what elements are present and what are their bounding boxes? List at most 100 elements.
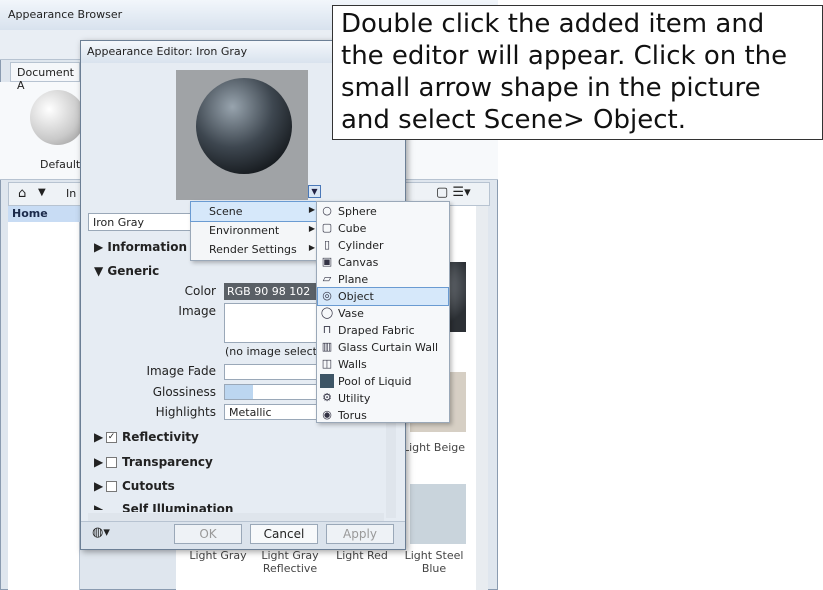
tree-item-home[interactable]: Home — [8, 206, 80, 222]
browser-scrollbar[interactable] — [476, 206, 488, 590]
menu-item-torus[interactable]: ◉ Torus — [318, 407, 448, 424]
highlights-select[interactable]: Metallic — [224, 404, 320, 420]
color-label: Color — [184, 284, 216, 298]
section-information-label: Information — [107, 240, 188, 254]
menu-item-label: Object — [338, 290, 374, 303]
menu-item-label: Utility — [338, 392, 371, 405]
default-material-swatch[interactable] — [30, 90, 85, 145]
chevron-right-icon: ▶ — [308, 224, 315, 233]
self-illumination-label: Self Illumination — [122, 502, 234, 512]
glossiness-label: Glossiness — [152, 385, 216, 399]
menu-item-label: Sphere — [338, 205, 377, 218]
transparency-label: Transparency — [122, 455, 213, 469]
reflectivity-checkbox[interactable]: ✓ — [106, 432, 117, 443]
material-label: Light Gray — [189, 549, 247, 562]
menu-item-cube[interactable]: ▢ Cube — [318, 220, 448, 237]
menu-item-label: Canvas — [338, 256, 379, 269]
menu-item-label: Vase — [338, 307, 364, 320]
walls-icon: ◫ — [321, 357, 333, 370]
image-slot[interactable] — [224, 303, 320, 343]
menu-item-scene-label: Scene — [209, 205, 243, 218]
section-transparency[interactable]: ▶ — [94, 455, 103, 469]
menu-item-sphere[interactable]: ○ Sphere — [318, 203, 448, 220]
section-reflectivity[interactable]: ▶ — [94, 430, 103, 444]
cube-icon: ▢ — [321, 221, 333, 234]
editor-title: Appearance Editor: Iron Gray — [87, 45, 248, 58]
home-icon[interactable]: ⌂ — [18, 186, 26, 201]
sphere-icon: ○ — [322, 204, 332, 217]
ok-button[interactable]: OK — [174, 524, 242, 544]
material-name: Iron Gray — [93, 216, 145, 229]
menu-item-environment-label: Environment — [209, 224, 280, 237]
draped-fabric-icon: ⊓ — [322, 323, 332, 336]
menu-item-draped-fabric[interactable]: ⊓ Draped Fabric — [318, 322, 448, 339]
transparency-checkbox[interactable] — [106, 457, 117, 468]
canvas-icon: ▣ — [321, 255, 333, 268]
menu-item-label: Walls — [338, 358, 367, 371]
menu-item-utility[interactable]: ⚙ Utility — [318, 390, 448, 407]
section-cutouts[interactable]: ▶ — [94, 479, 103, 493]
material-label: Light Gray Reflective — [261, 549, 319, 575]
plane-icon: ▱ — [322, 272, 332, 285]
menu-item-label: Glass Curtain Wall — [338, 341, 439, 354]
material-label: Light Beige — [402, 441, 466, 454]
section-generic-label: Generic — [107, 264, 160, 278]
section-self-illumination[interactable]: ▶ — [94, 502, 103, 510]
image-label: Image — [178, 304, 216, 318]
instruction-text: Double click the added item and the edit… — [341, 9, 788, 135]
menu-item-glass-curtain-wall[interactable]: ▥ Glass Curtain Wall — [318, 339, 448, 356]
menu-item-pool-of-liquid[interactable]: Pool of Liquid — [318, 373, 448, 390]
default-material-label: Default — [40, 158, 81, 171]
menu-item-canvas[interactable]: ▣ Canvas — [318, 254, 448, 271]
color-field[interactable]: RGB 90 98 102 — [224, 283, 320, 300]
menu-item-vase[interactable]: ◯ Vase — [318, 305, 448, 322]
editor-scrollbar[interactable] — [386, 420, 396, 518]
highlights-label: Highlights — [155, 405, 216, 419]
image-fade-label: Image Fade — [146, 364, 216, 378]
menu-item-label: Cylinder — [338, 239, 384, 252]
cylinder-icon: ▯ — [323, 238, 331, 251]
library-tree — [8, 206, 80, 590]
material-label: Light Red — [336, 549, 388, 562]
menu-item-scene[interactable]: Scene ▶ — [190, 201, 320, 222]
editor-horizontal-scrollbar[interactable] — [88, 513, 384, 521]
menu-item-label: Draped Fabric — [338, 324, 415, 337]
menu-item-walls[interactable]: ◫ Walls — [318, 356, 448, 373]
menu-item-cylinder[interactable]: ▯ Cylinder — [318, 237, 448, 254]
torus-icon: ◉ — [322, 408, 332, 421]
menu-item-label: Plane — [338, 273, 369, 286]
menu-item-plane[interactable]: ▱ Plane — [318, 271, 448, 288]
vase-icon: ◯ — [320, 306, 334, 319]
menu-item-label: Torus — [338, 409, 367, 422]
menu-item-environment[interactable]: Environment ▶ — [191, 221, 319, 240]
tree-item-home-label: Home — [12, 207, 48, 220]
document-tab-label: Document A — [17, 66, 74, 92]
material-name-field[interactable]: Iron Gray — [88, 213, 192, 231]
material-thumbnail[interactable] — [410, 484, 466, 544]
utility-icon: ⚙ — [322, 391, 332, 404]
cutouts-checkbox[interactable] — [106, 481, 117, 492]
browser-title: Appearance Browser — [8, 8, 123, 21]
menu-item-render-settings[interactable]: Render Settings ▶ — [191, 240, 319, 259]
glass-curtain-wall-icon: ▥ — [321, 340, 333, 353]
section-generic[interactable]: ▼ Generic — [94, 264, 159, 278]
document-tab[interactable]: Document A — [10, 62, 80, 92]
menu-item-label: Cube — [338, 222, 367, 235]
menu-item-render-settings-label: Render Settings — [209, 243, 297, 256]
preview-scene-dropdown[interactable]: ▼ — [308, 185, 321, 198]
chevron-right-icon: ▶ — [308, 205, 315, 214]
view-options-icon[interactable]: ▢ ☰▾ — [436, 185, 471, 200]
globe-icon[interactable]: ◍▾ — [92, 525, 110, 540]
cancel-button[interactable]: Cancel — [250, 524, 318, 544]
menu-item-label: Pool of Liquid — [338, 375, 412, 388]
menu-item-object[interactable]: ◎ Object — [317, 287, 449, 306]
apply-button[interactable]: Apply — [326, 524, 394, 544]
material-label: Light Steel Blue — [404, 549, 464, 575]
breadcrumb[interactable]: In — [66, 187, 76, 200]
glossiness-fill — [225, 385, 253, 399]
object-icon: ◎ — [322, 289, 332, 302]
image-fade-slider[interactable] — [224, 364, 320, 380]
chevron-down-icon[interactable]: ▼ — [38, 187, 46, 198]
reflectivity-label: Reflectivity — [122, 430, 199, 444]
section-information[interactable]: ▶ Information — [94, 240, 187, 254]
